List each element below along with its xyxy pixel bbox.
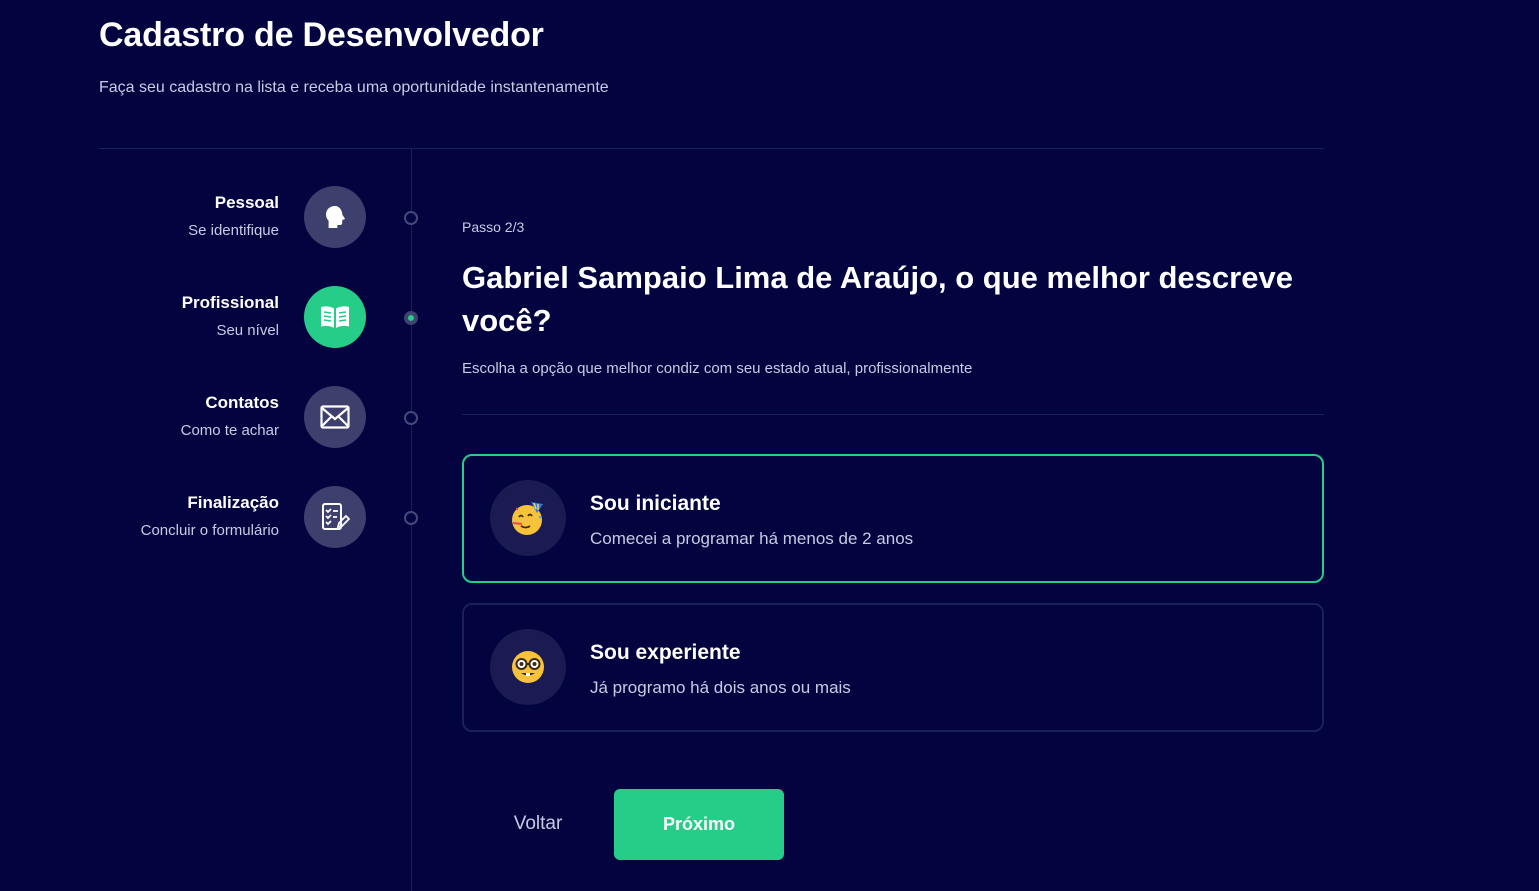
signup-page: Cadastro de Desenvolvedor Faça seu cadas… (0, 0, 1539, 891)
option-desc: Já programo há dois anos ou mais (590, 678, 851, 697)
option-title: Sou experiente (590, 641, 741, 664)
book-icon (304, 286, 366, 348)
page-title: Cadastro de Desenvolvedor (99, 16, 544, 54)
page-subtitle: Faça seu cadastro na lista e receba uma … (99, 79, 609, 96)
question-hint: Escolha a opção que melhor condiz com se… (462, 360, 973, 377)
header-divider (99, 148, 1324, 149)
step-desc: Se identifique (188, 222, 279, 239)
mail-icon (304, 386, 366, 448)
party-face-emoji-icon (490, 480, 566, 556)
step-label: Finalização (187, 493, 279, 512)
step-label: Pessoal (214, 193, 279, 212)
step-dot (404, 211, 418, 225)
option-desc: Comecei a programar há menos de 2 anos (590, 529, 914, 548)
question-title: Gabriel Sampaio Lima de Araújo, o que me… (462, 260, 1293, 338)
step-desc: Seu nível (216, 322, 279, 339)
step-dot (404, 311, 418, 325)
option-title: Sou iniciante (590, 492, 721, 515)
head-icon (304, 186, 366, 248)
step-pessoal: Pessoal Se identifique (99, 186, 429, 250)
step-profissional: Profissional Seu nível (99, 286, 429, 350)
step-label: Profissional (181, 293, 279, 312)
nerd-face-emoji-icon (490, 629, 566, 705)
step-desc: Concluir o formulário (140, 522, 279, 539)
step-desc: Como te achar (180, 422, 279, 439)
checklist-icon (304, 486, 366, 548)
option-experiente[interactable]: Sou experiente Já programo há dois anos … (462, 603, 1324, 732)
back-button[interactable]: Voltar (488, 808, 588, 840)
step-dot (404, 511, 418, 525)
step-finalizacao: Finalização Concluir o formulário (99, 486, 429, 550)
step-contatos: Contatos Como te achar (99, 386, 429, 450)
main-divider (462, 414, 1324, 415)
next-button[interactable]: Próximo (614, 789, 784, 860)
step-counter: Passo 2/3 (462, 219, 525, 235)
step-dot (404, 411, 418, 425)
option-iniciante[interactable]: Sou iniciante Comecei a programar há men… (462, 454, 1324, 583)
step-label: Contatos (205, 393, 279, 412)
